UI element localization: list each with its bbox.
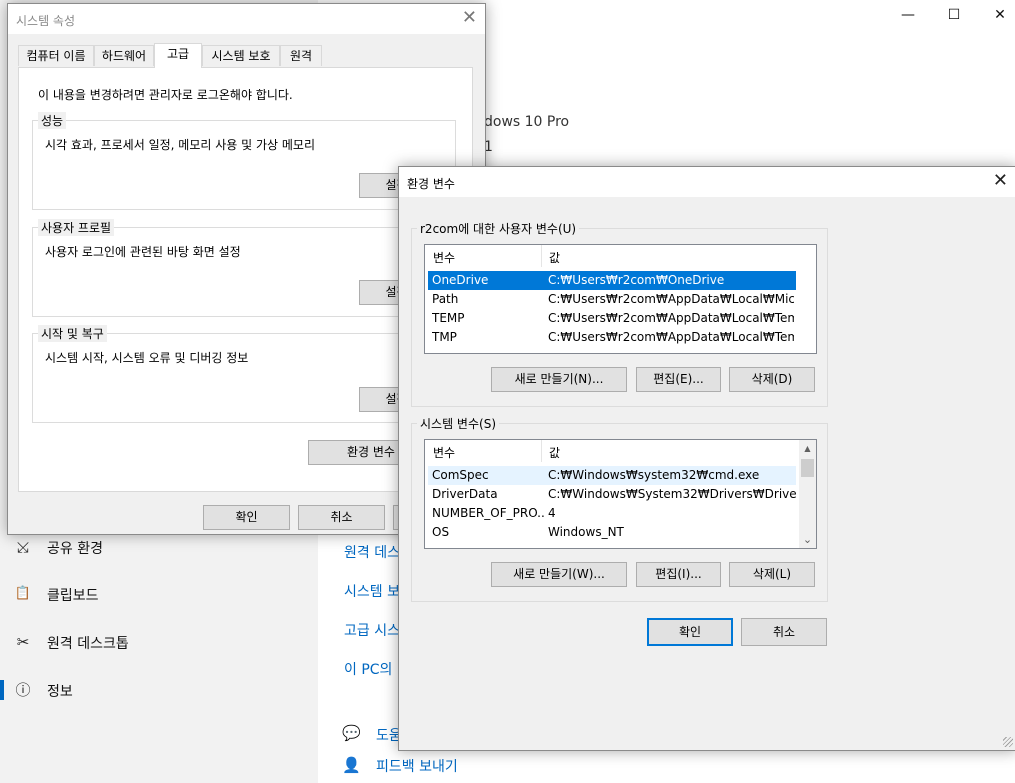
table-row[interactable]: TMP C:₩Users₩r2com₩AppData₩Local₩Temp xyxy=(428,328,796,347)
variable-name: TMP xyxy=(432,330,457,344)
close-icon[interactable]: ✕ xyxy=(462,7,477,29)
variable-value: C:₩Windows₩system32₩cmd.exe xyxy=(548,468,760,482)
scrollbar-thumb[interactable] xyxy=(801,459,814,477)
new-user-variable-button[interactable]: 새로 만들기(N)... xyxy=(491,367,627,392)
environment-variables-dialog: 환경 변수 ✕ r2com에 대한 사용자 변수(U) 변수 값 OneDriv… xyxy=(398,166,1015,751)
nav-item-clipboard[interactable]: 📋 클립보드 xyxy=(0,574,318,614)
group-label-startup-recovery: 시작 및 복구 xyxy=(38,325,107,342)
variable-value: C:₩Users₩r2com₩OneDrive xyxy=(548,273,725,287)
variable-value: 4 xyxy=(548,506,556,520)
performance-description: 시각 효과, 프로세서 일정, 메모리 사용 및 가상 메모리 xyxy=(45,138,315,152)
column-divider[interactable] xyxy=(541,245,542,267)
shared-experiences-icon: ⤩ xyxy=(16,538,29,556)
edit-user-variable-button[interactable]: 편집(E)... xyxy=(636,367,721,392)
list-header: 변수 값 xyxy=(425,245,816,267)
table-row[interactable]: NUMBER_OF_PRO... 4 xyxy=(428,504,796,523)
maximize-button[interactable]: ☐ xyxy=(931,0,977,30)
tab-hardware[interactable]: 하드웨어 xyxy=(94,45,154,66)
table-row[interactable]: TEMP C:₩Users₩r2com₩AppData₩Local₩Temp xyxy=(428,309,796,328)
column-header-value[interactable]: 값 xyxy=(549,444,560,461)
remote-desktop-icon: ✂ xyxy=(16,633,30,651)
cancel-button[interactable]: 취소 xyxy=(741,618,827,646)
variable-name: OS xyxy=(432,525,450,539)
user-variables-label: r2com에 대한 사용자 변수(U) xyxy=(417,220,580,237)
delete-user-variable-button[interactable]: 삭제(D) xyxy=(729,367,815,392)
variable-name: ComSpec xyxy=(432,468,489,482)
scroll-up-arrow-icon[interactable]: ▲ xyxy=(799,440,816,457)
title-bar: 시스템 속성 ✕ xyxy=(8,4,485,34)
table-row[interactable]: OS Windows_NT xyxy=(428,523,796,542)
variable-value: Windows_NT xyxy=(548,525,624,539)
nav-item-label: 원격 데스크톱 xyxy=(47,636,129,652)
active-indicator xyxy=(0,680,4,700)
nav-item-label: 공유 환경 xyxy=(47,541,103,557)
column-header-name[interactable]: 변수 xyxy=(433,444,455,461)
variable-name: NUMBER_OF_PRO... xyxy=(432,506,544,520)
variable-name: TEMP xyxy=(432,311,465,325)
dialog-title: 시스템 속성 xyxy=(16,14,76,28)
table-row[interactable]: Path C:₩Users₩r2com₩AppData₩Local₩Micros… xyxy=(428,290,796,309)
nav-item-remote-desktop[interactable]: ✂ 원격 데스크톱 xyxy=(0,622,318,662)
variable-name: OneDrive xyxy=(432,273,489,287)
scroll-down-arrow-icon[interactable]: ⌄ xyxy=(799,531,816,548)
link-remote-desktop[interactable]: 원격 데스 xyxy=(344,542,400,562)
system-variables-label: 시스템 변수(S) xyxy=(417,415,499,432)
delete-system-variable-button[interactable]: 삭제(L) xyxy=(729,562,815,587)
user-profiles-description: 사용자 로그인에 관련된 바탕 화면 설정 xyxy=(45,245,241,259)
vertical-scrollbar[interactable]: ▲ ⌄ xyxy=(799,440,816,548)
tab-advanced[interactable]: 고급 xyxy=(154,43,202,68)
nav-item-label: 클립보드 xyxy=(47,588,99,604)
variable-name: DriverData xyxy=(432,487,498,501)
variable-value: C:₩Users₩r2com₩AppData₩Local₩Micros... xyxy=(548,292,794,306)
link-advanced-system[interactable]: 고급 시스 xyxy=(344,620,400,640)
resize-grip[interactable] xyxy=(1003,737,1013,747)
column-header-value[interactable]: 값 xyxy=(549,249,560,266)
new-system-variable-button[interactable]: 새로 만들기(W)... xyxy=(491,562,627,587)
windows-edition: dows 10 Pro xyxy=(484,114,570,130)
user-variables-list[interactable]: 변수 값 OneDrive C:₩Users₩r2com₩OneDrive Pa… xyxy=(424,244,817,354)
link-system-protection[interactable]: 시스템 보 xyxy=(344,581,400,601)
help-icon: 💬 xyxy=(342,724,361,742)
list-header: 변수 값 xyxy=(425,440,799,462)
minimize-button[interactable]: — xyxy=(885,0,931,30)
dialog-title: 환경 변수 xyxy=(407,177,455,191)
close-button[interactable]: ✕ xyxy=(977,0,1015,30)
title-bar: 환경 변수 ✕ xyxy=(399,167,1015,197)
table-row[interactable]: DriverData C:₩Windows₩System32₩Drivers₩D… xyxy=(428,485,796,504)
variable-value: C:₩Windows₩System32₩Drivers₩DriverData xyxy=(548,487,796,501)
tab-remote[interactable]: 원격 xyxy=(280,45,322,66)
clipboard-icon: 📋 xyxy=(14,586,32,601)
column-divider[interactable] xyxy=(541,440,542,462)
link-give-feedback[interactable]: 피드백 보내기 xyxy=(376,756,458,776)
group-label-user-profiles: 사용자 프로필 xyxy=(38,219,115,236)
info-icon: ⓘ xyxy=(15,681,31,699)
system-variables-list[interactable]: 변수 값 ComSpec C:₩Windows₩system32₩cmd.exe… xyxy=(424,439,817,549)
edit-system-variable-button[interactable]: 편집(I)... xyxy=(636,562,721,587)
variable-value: C:₩Users₩r2com₩AppData₩Local₩Temp xyxy=(548,311,794,325)
cancel-button[interactable]: 취소 xyxy=(298,505,385,530)
feedback-icon: 👤 xyxy=(342,756,361,774)
tab-system-protection[interactable]: 시스템 보호 xyxy=(202,45,280,66)
link-rename-pc[interactable]: 이 PC의 xyxy=(344,659,392,679)
variable-name: Path xyxy=(432,292,459,306)
column-header-name[interactable]: 변수 xyxy=(433,249,455,266)
close-icon[interactable]: ✕ xyxy=(993,170,1008,192)
ok-button[interactable]: 확인 xyxy=(647,618,733,646)
startup-recovery-description: 시스템 시작, 시스템 오류 및 디버깅 정보 xyxy=(45,351,249,365)
variable-value: C:₩Users₩r2com₩AppData₩Local₩Temp xyxy=(548,330,794,344)
admin-note: 이 내용을 변경하려면 관리자로 로그온해야 합니다. xyxy=(38,88,293,102)
nav-item-label: 정보 xyxy=(47,684,73,700)
table-row[interactable]: ComSpec C:₩Windows₩system32₩cmd.exe xyxy=(428,466,796,485)
nav-item-about[interactable]: ⓘ 정보 xyxy=(0,670,318,710)
table-row[interactable]: OneDrive C:₩Users₩r2com₩OneDrive xyxy=(428,271,796,290)
tab-computer-name[interactable]: 컴퓨터 이름 xyxy=(18,45,94,66)
ok-button[interactable]: 확인 xyxy=(203,505,290,530)
group-label-performance: 성능 xyxy=(38,112,67,129)
